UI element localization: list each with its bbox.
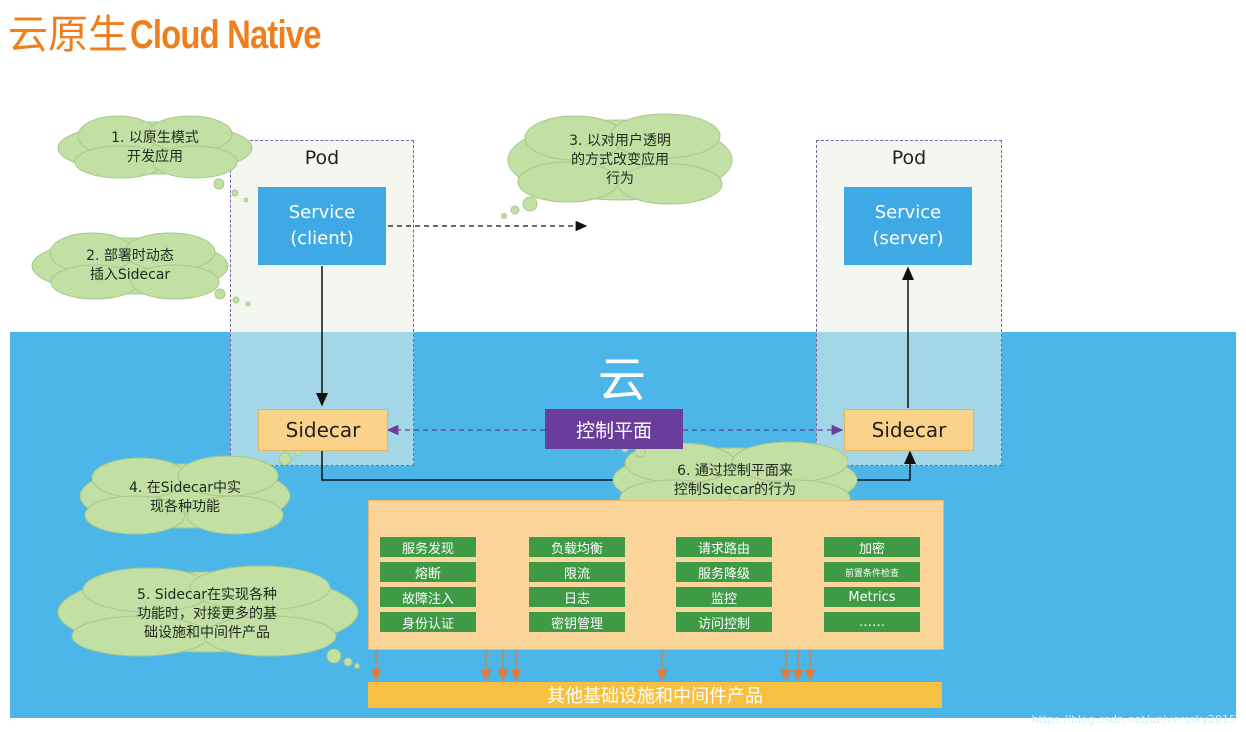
feature-chip: 日志 <box>529 587 625 607</box>
infrastructure-bar: 其他基础设施和中间件产品 <box>368 682 942 708</box>
callout-1-text: 1. 以原生模式 开发应用 <box>111 130 199 165</box>
service-client-box: Service (client) <box>258 187 386 265</box>
callout-3-text: 3. 以对用户透明 的方式改变应用 行为 <box>569 132 671 187</box>
watermark: https://blog.csdn.net/universsky2015 <box>1031 713 1236 726</box>
feature-chip: 密钥管理 <box>529 612 625 632</box>
callout-4-text: 4. 在Sidecar中实 现各种功能 <box>128 480 242 515</box>
callout-5-text: 5. Sidecar在实现各种 功能时，对接更多的基 础设施和中间件产品 <box>136 586 278 641</box>
feature-chip: 熔断 <box>380 562 476 582</box>
control-plane-box: 控制平面 <box>545 409 683 449</box>
sidecar-right: Sidecar <box>844 409 974 451</box>
feature-chip: 请求路由 <box>676 537 772 557</box>
feature-chip: 服务发现 <box>380 537 476 557</box>
callout-6-text: 6. 通过控制平面来 控制Sidecar的行为 <box>673 463 797 498</box>
feature-chip: …… <box>824 612 920 632</box>
feature-chip: 故障注入 <box>380 587 476 607</box>
feature-chip: 身份认证 <box>380 612 476 632</box>
service-server-box: Service (server) <box>844 187 972 265</box>
feature-chip: 前置条件检查 <box>824 562 920 582</box>
feature-chip: 负载均衡 <box>529 537 625 557</box>
feature-chip: 访问控制 <box>676 612 772 632</box>
feature-chip: 监控 <box>676 587 772 607</box>
callout-2-text: 2. 部署时动态 插入Sidecar <box>86 248 174 283</box>
feature-chip: 限流 <box>529 562 625 582</box>
sidecar-left: Sidecar <box>258 409 388 451</box>
feature-chip: 加密 <box>824 537 920 557</box>
feature-chip: 服务降级 <box>676 562 772 582</box>
feature-chip: Metrics <box>824 587 920 607</box>
